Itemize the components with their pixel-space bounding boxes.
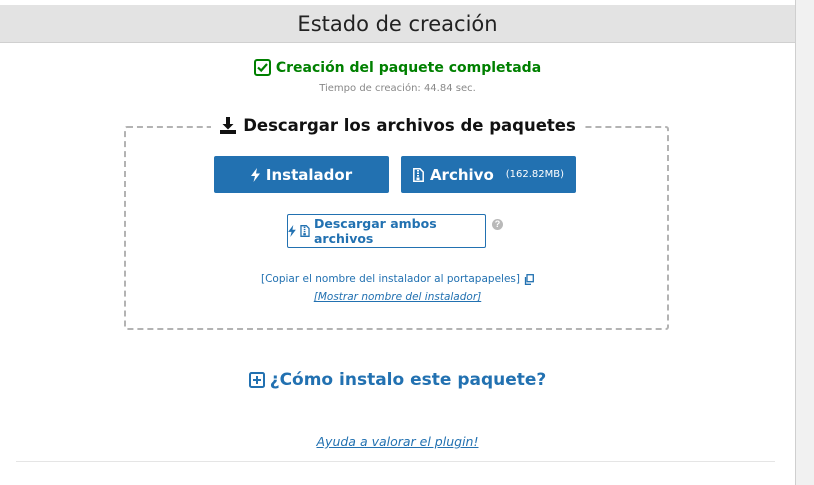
download-both-button[interactable]: Descargar ambos archivos (287, 214, 486, 248)
panel-header: Estado de creación (0, 5, 795, 43)
copy-installer-name-link[interactable]: [Copiar el nombre del instalador al port… (0, 273, 795, 285)
copy-icon (524, 273, 534, 285)
installer-button-label: Instalador (265, 165, 353, 184)
footer-divider (16, 461, 775, 462)
download-both-label: Descargar ambos archivos (314, 216, 437, 246)
rate-plugin-link[interactable]: Ayuda a valorar el plugin! (0, 434, 795, 449)
file-archive-icon (413, 167, 424, 182)
download-title-label: Descargar los archivos de paquetes (243, 116, 576, 135)
how-to-install-toggle[interactable]: ¿Cómo instalo este paquete? (0, 370, 795, 390)
bolt-icon (288, 225, 296, 237)
archive-button[interactable]: Archivo (162.82MB) (401, 156, 576, 193)
check-square-icon (253, 59, 271, 76)
archive-button-label: Archivo (429, 165, 494, 184)
build-complete-status: Creación del paquete completada (0, 59, 795, 76)
download-icon (219, 117, 237, 134)
archive-size: (162.82MB) (505, 169, 565, 180)
show-installer-name-link[interactable]: [Mostrar nombre del instalador] (0, 291, 795, 303)
build-time: Tiempo de creación: 44.84 sec. (319, 83, 476, 94)
download-box-title: Descargar los archivos de paquetes (0, 116, 795, 135)
bolt-icon (250, 167, 260, 182)
help-icon[interactable]: ? (492, 219, 503, 230)
file-archive-icon (300, 225, 310, 237)
status-message: Creación del paquete completada (275, 59, 542, 76)
page-title: Estado de creación (297, 11, 498, 36)
build-status-panel: Estado de creación Creación del paquete … (0, 0, 796, 485)
how-to-install-label: ¿Cómo instalo este paquete? (269, 370, 547, 390)
installer-button[interactable]: Instalador (214, 156, 389, 193)
copy-link-label: [Copiar el nombre del instalador al port… (261, 273, 520, 285)
plus-square-icon (248, 372, 265, 388)
